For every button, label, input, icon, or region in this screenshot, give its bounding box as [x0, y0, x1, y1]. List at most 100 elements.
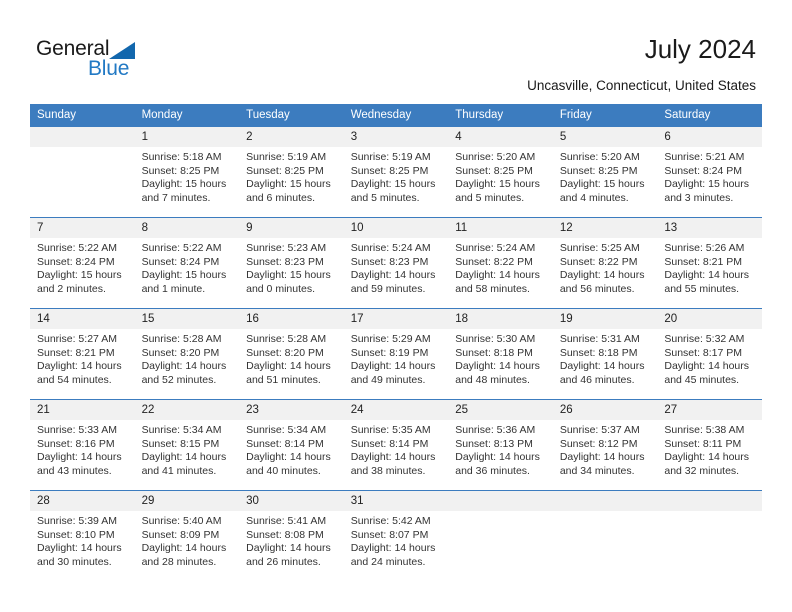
day-detail-line: Sunrise: 5:40 AM: [141, 515, 222, 527]
day-detail-line: Sunrise: 5:25 AM: [559, 242, 640, 254]
day-detail-line: Sunset: 8:14 PM: [350, 437, 429, 450]
day-detail-line: and 3 minutes.: [664, 191, 734, 204]
day-detail-line: Daylight: 14 hours: [350, 360, 436, 373]
calendar-day-cell[interactable]: 6 Sunrise: 5:21 AM Sunset: 8:24 PM Daylight…: [657, 126, 762, 218]
day-detail-line: Daylight: 15 hours: [664, 178, 750, 191]
day-detail-line: and 46 minutes.: [559, 373, 635, 386]
calendar-day-cell[interactable]: 4 Sunrise: 5:20 AM Sunset: 8:25 PM Daylight…: [448, 126, 553, 218]
calendar-day-cell[interactable]: 12 Sunrise: 5:25 AM Sunset: 8:22 PM Dayligh…: [552, 217, 658, 309]
day-number: 14: [30, 309, 135, 329]
calendar-day-cell[interactable]: 7 Sunrise: 5:22 AM Sunset: 8:24 PM Daylight…: [30, 217, 135, 309]
calendar-day-cell[interactable]: 21 Sunrise: 5:33 AM Sunset: 8:16 PM Dayligh…: [30, 399, 135, 491]
calendar-day-cell[interactable]: 1 Sunrise: 5:18 AM Sunset: 8:25 PM Daylight…: [134, 126, 240, 218]
day-detail-line: Sunset: 8:21 PM: [664, 255, 743, 268]
calendar-day-cell[interactable]: 2 Sunrise: 5:19 AM Sunset: 8:25 PM Daylight…: [239, 126, 344, 218]
day-detail-line: Sunrise: 5:33 AM: [37, 424, 117, 436]
calendar-empty-cell: [657, 490, 762, 581]
calendar-day-cell[interactable]: 27 Sunrise: 5:38 AM Sunset: 8:11 PM Dayligh…: [657, 399, 762, 491]
day-detail-line: Sunset: 8:09 PM: [141, 528, 220, 541]
day-detail-line: Daylight: 15 hours: [37, 269, 122, 282]
calendar-day-cell[interactable]: 19 Sunrise: 5:31 AM Sunset: 8:18 PM Dayligh…: [552, 308, 658, 400]
calendar-day-cell[interactable]: 29 Sunrise: 5:40 AM Sunset: 8:09 PM Dayligh…: [134, 490, 240, 581]
calendar-day-cell[interactable]: 23 Sunrise: 5:34 AM Sunset: 8:14 PM Dayligh…: [239, 399, 344, 491]
day-detail-line: Sunrise: 5:21 AM: [664, 151, 745, 163]
day-detail-line: Daylight: 15 hours: [350, 178, 436, 191]
calendar-day-cell[interactable]: 9 Sunrise: 5:23 AM Sunset: 8:23 PM Daylight…: [239, 217, 344, 309]
calendar-day-cell[interactable]: 3 Sunrise: 5:19 AM Sunset: 8:25 PM Daylight…: [343, 126, 449, 218]
day-detail-line: and 54 minutes.: [37, 373, 112, 386]
day-detail-line: Sunrise: 5:28 AM: [141, 333, 222, 345]
day-detail-line: Daylight: 14 hours: [350, 542, 436, 555]
calendar-day-cell[interactable]: 26 Sunrise: 5:37 AM Sunset: 8:12 PM Dayligh…: [552, 399, 658, 491]
calendar-day-cell[interactable]: 18 Sunrise: 5:30 AM Sunset: 8:18 PM Dayligh…: [448, 308, 553, 400]
calendar-day-cell[interactable]: 31 Sunrise: 5:42 AM Sunset: 8:07 PM Dayligh…: [343, 490, 449, 581]
day-detail-line: Sunrise: 5:30 AM: [455, 333, 536, 345]
day-details: Sunrise: 5:34 AM Sunset: 8:14 PM Daylight:…: [239, 420, 344, 478]
day-detail-line: and 48 minutes.: [455, 373, 530, 386]
calendar-day-cell[interactable]: 25 Sunrise: 5:36 AM Sunset: 8:13 PM Dayligh…: [448, 399, 553, 491]
day-detail-line: Sunset: 8:22 PM: [559, 255, 638, 268]
day-number: 25: [448, 400, 553, 420]
day-detail-line: and 32 minutes.: [664, 464, 740, 477]
calendar-day-cell[interactable]: 14 Sunrise: 5:27 AM Sunset: 8:21 PM Dayligh…: [30, 308, 135, 400]
calendar-day-cell[interactable]: 24 Sunrise: 5:35 AM Sunset: 8:14 PM Dayligh…: [343, 399, 449, 491]
day-details: Sunrise: 5:37 AM Sunset: 8:12 PM Daylight:…: [553, 420, 658, 478]
calendar-day-cell[interactable]: 30 Sunrise: 5:41 AM Sunset: 8:08 PM Dayligh…: [239, 490, 344, 581]
day-detail-line: Sunset: 8:18 PM: [455, 346, 533, 359]
day-number: 5: [552, 127, 658, 147]
calendar-day-cell[interactable]: 8 Sunrise: 5:22 AM Sunset: 8:24 PM Daylight…: [134, 217, 240, 309]
calendar-day-cell[interactable]: 16 Sunrise: 5:28 AM Sunset: 8:20 PM Dayligh…: [239, 308, 344, 400]
day-detail-line: Sunrise: 5:32 AM: [664, 333, 745, 345]
calendar-day-cell[interactable]: 15 Sunrise: 5:28 AM Sunset: 8:20 PM Dayligh…: [134, 308, 240, 400]
day-detail-line: Sunrise: 5:22 AM: [141, 242, 222, 254]
day-details: Sunrise: 5:24 AM Sunset: 8:22 PM Daylight:…: [448, 238, 553, 296]
calendar-day-cell[interactable]: 5 Sunrise: 5:20 AM Sunset: 8:25 PM Daylight…: [552, 126, 658, 218]
calendar-day-cell[interactable]: 10 Sunrise: 5:24 AM Sunset: 8:23 PM Dayligh…: [343, 217, 449, 309]
calendar-day-cell[interactable]: 22 Sunrise: 5:34 AM Sunset: 8:15 PM Dayligh…: [134, 399, 240, 491]
day-number: 18: [448, 309, 553, 329]
day-detail-line: Sunrise: 5:29 AM: [350, 333, 431, 345]
weekday-header-tuesday: Tuesday: [239, 104, 344, 127]
day-detail-line: Sunset: 8:11 PM: [664, 437, 742, 450]
day-detail-line: Sunset: 8:07 PM: [350, 528, 429, 541]
day-detail-line: Daylight: 15 hours: [559, 178, 645, 191]
day-detail-line: Sunset: 8:25 PM: [141, 164, 220, 177]
day-detail-line: Sunrise: 5:24 AM: [455, 242, 536, 254]
day-details: Sunrise: 5:41 AM Sunset: 8:08 PM Daylight:…: [239, 511, 344, 569]
calendar-day-cell[interactable]: 17 Sunrise: 5:29 AM Sunset: 8:19 PM Dayligh…: [343, 308, 449, 400]
calendar-week-row: 14 Sunrise: 5:27 AM Sunset: 8:21 PM Dayligh…: [30, 308, 762, 400]
day-detail-line: Daylight: 14 hours: [559, 360, 645, 373]
logo-text-blue: Blue: [88, 57, 130, 80]
day-detail-line: and 55 minutes.: [664, 282, 740, 295]
day-details: Sunrise: 5:22 AM Sunset: 8:24 PM Daylight:…: [135, 238, 240, 296]
day-detail-line: Daylight: 14 hours: [37, 542, 122, 555]
day-detail-line: Sunrise: 5:31 AM: [559, 333, 640, 345]
day-details: Sunrise: 5:22 AM Sunset: 8:24 PM Daylight:…: [30, 238, 135, 296]
day-detail-line: Daylight: 14 hours: [246, 542, 331, 555]
day-number: 9: [239, 218, 344, 238]
day-details: Sunrise: 5:19 AM Sunset: 8:25 PM Daylight:…: [344, 147, 449, 205]
day-number: 21: [30, 400, 135, 420]
day-detail-line: and 38 minutes.: [350, 464, 426, 477]
day-number: 26: [552, 400, 658, 420]
calendar-day-cell[interactable]: 11 Sunrise: 5:24 AM Sunset: 8:22 PM Dayligh…: [448, 217, 553, 309]
calendar-empty-cell: [552, 490, 658, 581]
day-details: Sunrise: 5:30 AM Sunset: 8:18 PM Daylight:…: [448, 329, 553, 387]
day-detail-line: and 28 minutes.: [141, 555, 217, 568]
calendar-day-cell[interactable]: 13 Sunrise: 5:26 AM Sunset: 8:21 PM Dayligh…: [657, 217, 762, 309]
day-number: 6: [657, 127, 762, 147]
calendar-day-cell[interactable]: 28 Sunrise: 5:39 AM Sunset: 8:10 PM Dayligh…: [30, 490, 135, 581]
day-detail-line: Sunset: 8:24 PM: [141, 255, 220, 268]
day-detail-line: Sunrise: 5:34 AM: [141, 424, 222, 436]
day-detail-line: and 43 minutes.: [37, 464, 112, 477]
weekday-header-monday: Monday: [134, 104, 240, 127]
day-detail-line: Daylight: 14 hours: [664, 451, 750, 464]
day-detail-line: Sunrise: 5:18 AM: [141, 151, 222, 163]
day-detail-line: Sunrise: 5:19 AM: [246, 151, 327, 163]
day-detail-line: Sunset: 8:18 PM: [559, 346, 638, 359]
day-details: Sunrise: 5:36 AM Sunset: 8:13 PM Daylight:…: [448, 420, 553, 478]
day-detail-line: Sunrise: 5:26 AM: [664, 242, 745, 254]
day-detail-line: Daylight: 14 hours: [141, 360, 227, 373]
day-detail-line: Sunrise: 5:41 AM: [246, 515, 327, 527]
calendar-day-cell[interactable]: 20 Sunrise: 5:32 AM Sunset: 8:17 PM Dayligh…: [657, 308, 762, 400]
